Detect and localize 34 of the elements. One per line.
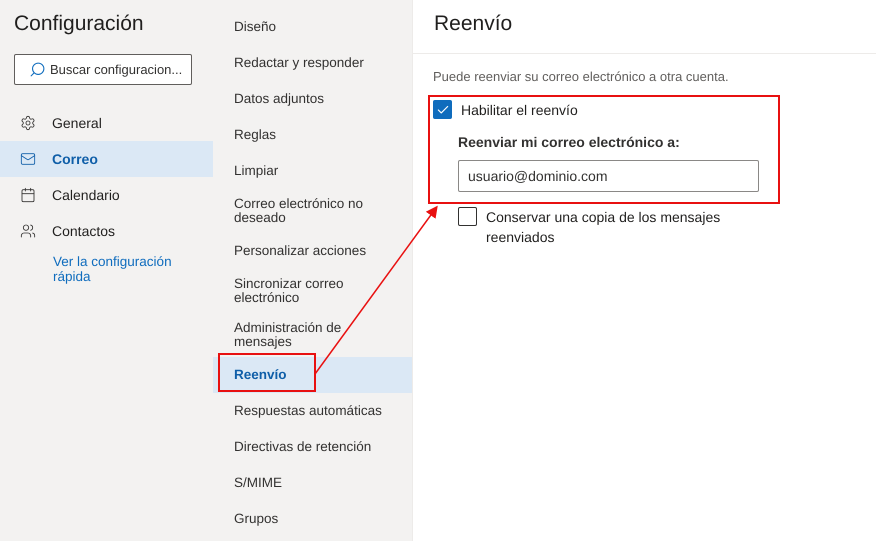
search-field[interactable]: Buscar configuracion... [14,54,192,85]
calendar-icon [20,187,36,203]
gear-icon [20,115,36,131]
category-item[interactable]: Datos adjuntos [213,81,412,117]
category-item[interactable]: Personalizar acciones [213,233,412,269]
category-item[interactable]: Redactar y responder [213,45,412,81]
checkbox-label: Conservar una copia de los mensajes reenviados [486,208,722,247]
category-item[interactable]: Diseño [213,9,412,45]
category-item[interactable]: Grupos [213,501,412,537]
category-item[interactable]: Reglas [213,117,412,153]
category-item[interactable]: Sincronizar correo electrónico [213,269,412,313]
category-item[interactable]: Respuestas automáticas [213,393,412,429]
category-item[interactable]: Directivas de retención [213,429,412,465]
category-item[interactable]: Correo electrónico no deseado [213,189,412,233]
nav-item[interactable]: General [0,105,213,141]
keep-copy-checkbox[interactable] [458,207,477,226]
nav-item[interactable]: Contactos [0,213,213,249]
mail-icon [20,151,36,167]
quick-settings-link[interactable]: Ver la configuración rápida [53,254,193,284]
description-text: Puede reenviar su correo electrónico a otra cuenta. [433,69,730,84]
nav-item[interactable]: Correo [0,141,213,177]
category-item[interactable]: S/MIME [213,465,412,501]
search-icon [29,61,46,78]
people-icon [20,223,36,239]
category-item[interactable]: Administración de mensajes [213,313,412,357]
settings-title: Configuración [14,11,145,37]
nav-item[interactable]: Calendario [0,177,213,213]
page-title: Reenvío [434,11,514,37]
category-item[interactable]: Limpiar [213,153,412,189]
field-label: Reenviar mi correo electrónico a: [458,134,681,150]
checkbox-label: Habilitar el reenvío [461,101,578,120]
email-input-field[interactable]: usuario@dominio.com [458,160,759,192]
enable-checkbox[interactable] [433,100,452,119]
category-item[interactable]: Reenvío [213,357,412,393]
